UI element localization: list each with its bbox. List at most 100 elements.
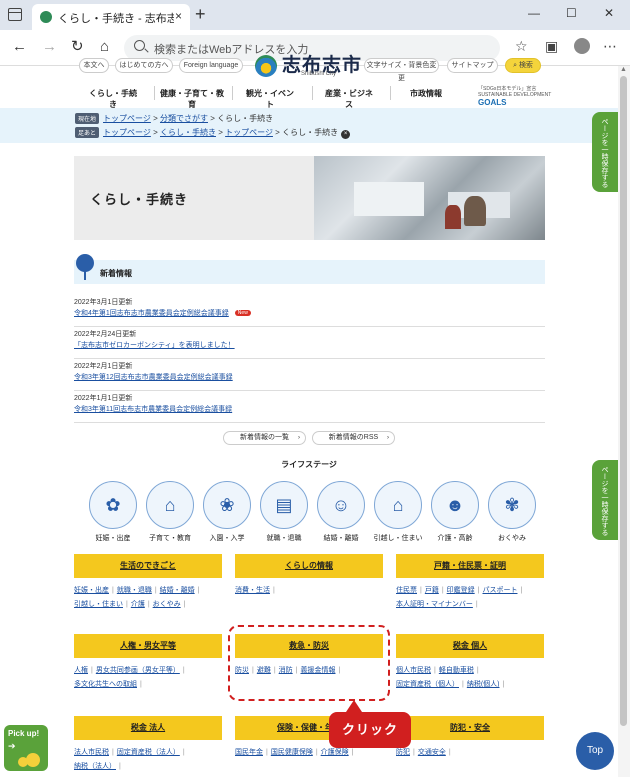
category-link[interactable]: 納税(個人)	[467, 681, 500, 688]
category-link[interactable]: 男女共同参画（男女平等）	[96, 667, 180, 674]
category-link[interactable]: 印鑑登録	[447, 587, 475, 594]
category-link[interactable]: おくやみ	[153, 601, 181, 608]
profile-avatar[interactable]	[574, 38, 590, 54]
forward-icon[interactable]: →	[42, 38, 57, 56]
life-stage-item[interactable]: ⌂ 子育て・教育	[141, 481, 199, 543]
breadcrumb-link[interactable]: くらし・手続き	[160, 128, 216, 137]
gnav-tourism[interactable]: 観光・イベント	[245, 88, 295, 110]
close-window-icon[interactable]: ✕	[604, 6, 614, 20]
category-link[interactable]: 引越し・住まい	[74, 601, 123, 608]
site-search-button[interactable]: ⌕ 検索	[505, 58, 541, 73]
life-stage-circle[interactable]: ✿	[89, 481, 137, 529]
life-stage-item[interactable]: ✿ 妊娠・出産	[84, 481, 142, 543]
life-stage-circle[interactable]: ⌂	[146, 481, 194, 529]
page-scrollbar[interactable]: ▲	[618, 66, 630, 777]
category-heading-link[interactable]: 戸籍・住民票・証明	[396, 554, 544, 578]
sitemap-link[interactable]: サイトマップ	[447, 58, 498, 73]
save-page-side-tab[interactable]: ページを一時保存する	[592, 460, 618, 540]
back-to-top-button[interactable]: Top	[576, 732, 614, 770]
gnav-city-info[interactable]: 市政情報	[408, 88, 444, 99]
category-heading-link[interactable]: 防犯・安全	[396, 716, 544, 740]
life-stage-item[interactable]: ✾ おくやみ	[483, 481, 541, 543]
life-stage-circle[interactable]: ☻	[431, 481, 479, 529]
category-heading-link[interactable]: 税金 法人	[74, 716, 222, 740]
menu-icon[interactable]: ⋯	[603, 38, 617, 55]
category-link[interactable]: 交通安全	[418, 749, 446, 756]
breadcrumb-link[interactable]: トップページ	[225, 128, 273, 137]
category-heading-link[interactable]: 人権・男女平等	[74, 634, 222, 658]
pickup-button[interactable]: Pick up! ➔	[4, 725, 48, 771]
category-link[interactable]: 個人市民税	[396, 667, 431, 674]
foreign-language-link[interactable]: Foreign language	[179, 58, 243, 73]
collections-icon[interactable]: ▣	[545, 38, 558, 55]
new-tab-icon[interactable]: +	[195, 4, 206, 24]
breadcrumb-link[interactable]: 分類でさがす	[160, 114, 208, 123]
category-link[interactable]: 国民健康保険	[271, 749, 313, 756]
category-link[interactable]: 法人市民税	[74, 749, 109, 756]
pickup-label: Pick up!	[8, 729, 40, 738]
category-link[interactable]: 多文化共生への取組	[74, 681, 137, 688]
category-heading-link[interactable]: 税金 個人	[396, 634, 544, 658]
life-stage-item[interactable]: ▤ 就職・退職	[255, 481, 313, 543]
news-list-button[interactable]: 新着情報の一覧 ›	[223, 431, 306, 445]
life-stage-circle[interactable]: ✾	[488, 481, 536, 529]
category-link[interactable]: 介護保険	[321, 749, 349, 756]
text-size-color-link[interactable]: 文字サイズ・背景色変更	[364, 58, 439, 82]
category-link[interactable]: 介護	[131, 601, 145, 608]
category-link[interactable]: 固定資産税（個人）	[396, 681, 459, 688]
category-link[interactable]: 結婚・離婚	[160, 587, 195, 594]
scroll-thumb[interactable]	[620, 76, 627, 726]
browser-tab[interactable]: くらし・手続き - 志布志市公式ホーム ×	[32, 4, 190, 30]
breadcrumb-link[interactable]: トップページ	[103, 128, 151, 137]
first-visitor-link[interactable]: はじめての方へ	[115, 58, 173, 73]
back-icon[interactable]: ←	[12, 38, 27, 56]
news-rss-button[interactable]: 新着情報のRSS ›	[312, 431, 395, 445]
news-link-text[interactable]: 令和4年第1回志布志市農業委員会定例総会議事録	[74, 310, 229, 317]
gnav-health[interactable]: 健康・子育て・教育	[160, 88, 224, 110]
gnav-industry[interactable]: 産業・ビジネス	[323, 88, 375, 110]
life-stage-item[interactable]: ⌂ 引越し・住まい	[369, 481, 427, 543]
news-link[interactable]: 「志布志市ゼロカーボンシティ」を表明しました！	[74, 340, 235, 350]
life-stage-circle[interactable]: ❀	[203, 481, 251, 529]
maximize-icon[interactable]: ☐	[566, 6, 577, 20]
category-link[interactable]: 本人証明・マイナンバー	[396, 601, 473, 608]
life-stage-circle[interactable]: ▤	[260, 481, 308, 529]
clear-history-icon[interactable]: ×	[341, 130, 351, 139]
life-stage-circle[interactable]: ⌂	[374, 481, 422, 529]
news-link[interactable]: 令和4年第1回志布志市農業委員会定例総会議事録 New	[74, 308, 251, 318]
tab-close-icon[interactable]: ×	[175, 9, 182, 23]
scroll-up-icon[interactable]: ▲	[620, 66, 627, 73]
life-stage-item[interactable]: ☻ 介護・高齢	[426, 481, 484, 543]
category-link[interactable]: パスポート	[482, 587, 517, 594]
category-link[interactable]: 国民年金	[235, 749, 263, 756]
category-link[interactable]: 人権	[74, 667, 88, 674]
tab-actions-icon[interactable]	[8, 8, 22, 21]
category-link[interactable]: 消費・生活	[235, 587, 270, 594]
skip-to-content-link[interactable]: 本文へ	[79, 58, 109, 73]
life-stage-item[interactable]: ☺ 結婚・離婚	[312, 481, 370, 543]
side-tab-label: ページを一時保存する	[601, 466, 608, 536]
category-link[interactable]: 防犯	[396, 749, 410, 756]
news-link[interactable]: 令和3年第12回志布志市農業委員会定例総会議事録	[74, 372, 233, 382]
category-link[interactable]: 妊娠・出産	[74, 587, 109, 594]
category-link[interactable]: 納税（法人）	[74, 763, 116, 770]
life-stage-item[interactable]: ❀ 入園・入学	[198, 481, 256, 543]
category-link[interactable]: 戸籍	[425, 587, 439, 594]
sdgs-banner[interactable]: 「SDGs日本モデル」宣言 SUSTAINABLE DEVELOPMENT GO…	[478, 85, 551, 107]
city-logo-icon[interactable]	[255, 55, 277, 77]
home-icon[interactable]: ⌂	[100, 38, 109, 56]
news-link[interactable]: 令和3年第11回志布志市農業委員会定例総会議事録	[74, 404, 232, 414]
category-heading-link[interactable]: くらしの情報	[235, 554, 383, 578]
gnav-living[interactable]: くらし・手続き	[89, 88, 137, 110]
category-link[interactable]: 就職・退職	[117, 587, 152, 594]
category-link[interactable]: 軽自動車税	[439, 667, 474, 674]
favorites-icon[interactable]: ☆	[515, 38, 528, 55]
category-heading-link[interactable]: 生活のできごと	[74, 554, 222, 578]
reload-icon[interactable]: ↻	[71, 38, 84, 56]
category-link[interactable]: 住民票	[396, 587, 417, 594]
life-stage-circle[interactable]: ☺	[317, 481, 365, 529]
category-link[interactable]: 固定資産税（法人）	[117, 749, 180, 756]
breadcrumb-link[interactable]: トップページ	[103, 114, 151, 123]
save-page-side-tab[interactable]: ページを一時保存する	[592, 112, 618, 192]
minimize-icon[interactable]: —	[528, 6, 540, 20]
